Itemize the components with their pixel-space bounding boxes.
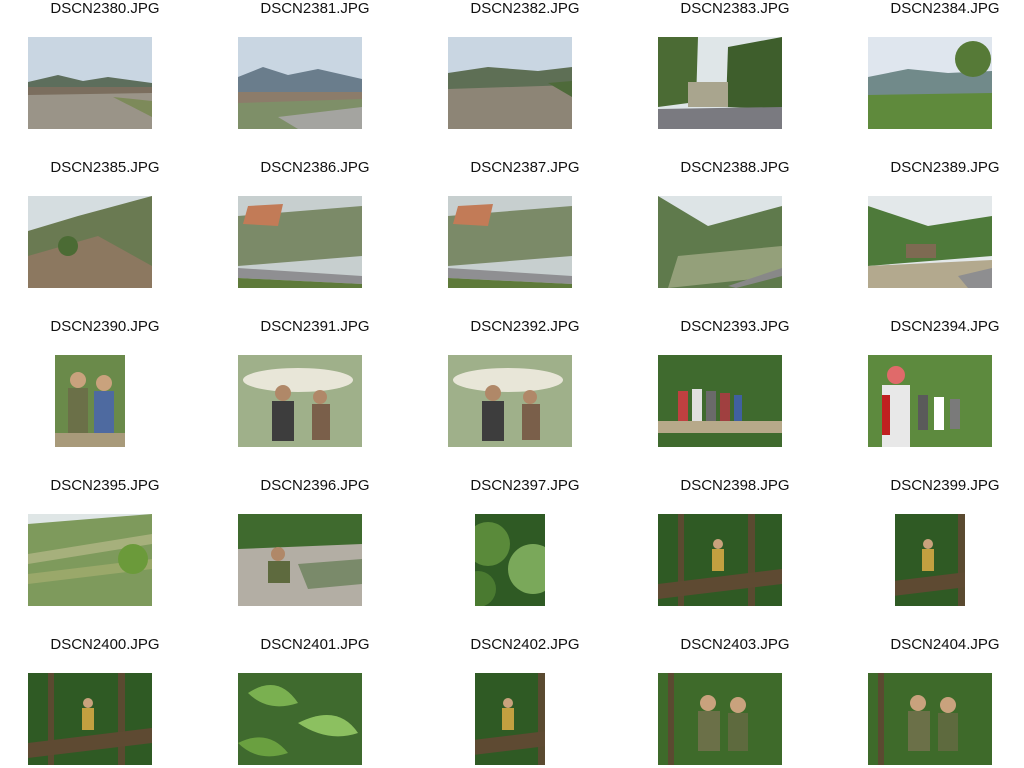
photo-filename: DSCN2398.JPG bbox=[680, 477, 790, 494]
photo-thumbnail-item[interactable]: DSCN2402.JPG bbox=[420, 636, 630, 768]
photo-thumbnail-image[interactable] bbox=[238, 196, 362, 288]
photo-filename: DSCN2385.JPG bbox=[50, 159, 160, 176]
photo-filename: DSCN2396.JPG bbox=[260, 477, 370, 494]
photo-thumbnail-item[interactable]: DSCN2390.JPG bbox=[0, 318, 210, 477]
photo-thumbnail-item[interactable]: DSCN2389.JPG bbox=[840, 159, 1024, 318]
photo-thumbnail-item[interactable]: DSCN2382.JPG bbox=[420, 0, 630, 159]
photo-thumbnail-item[interactable]: DSCN2396.JPG bbox=[210, 477, 420, 636]
photo-thumbnail-image[interactable] bbox=[868, 673, 992, 765]
photo-filename: DSCN2391.JPG bbox=[260, 318, 370, 335]
photo-filename: DSCN2389.JPG bbox=[890, 159, 1000, 176]
photo-thumbnail-image[interactable] bbox=[868, 355, 992, 447]
photo-thumbnail-image[interactable] bbox=[238, 355, 362, 447]
photo-filename: DSCN2401.JPG bbox=[260, 636, 370, 653]
photo-filename: DSCN2388.JPG bbox=[680, 159, 790, 176]
photo-thumbnail-image[interactable] bbox=[28, 37, 152, 129]
photo-thumbnail-image[interactable] bbox=[475, 514, 545, 606]
photo-thumbnail-image[interactable] bbox=[448, 355, 572, 447]
photo-thumbnail-image[interactable] bbox=[448, 37, 572, 129]
photo-thumbnail-image[interactable] bbox=[868, 37, 992, 129]
photo-thumbnail-image[interactable] bbox=[475, 673, 545, 765]
photo-filename: DSCN2403.JPG bbox=[680, 636, 790, 653]
photo-thumbnail-item[interactable]: DSCN2394.JPG bbox=[840, 318, 1024, 477]
photo-thumbnail-item[interactable]: DSCN2393.JPG bbox=[630, 318, 840, 477]
photo-filename: DSCN2397.JPG bbox=[470, 477, 580, 494]
photo-filename: DSCN2394.JPG bbox=[890, 318, 1000, 335]
photo-thumbnail-item[interactable]: DSCN2380.JPG bbox=[0, 0, 210, 159]
photo-thumbnail-image[interactable] bbox=[55, 355, 125, 447]
photo-thumbnail-image[interactable] bbox=[658, 355, 782, 447]
photo-thumbnail-image[interactable] bbox=[28, 673, 152, 765]
photo-filename: DSCN2404.JPG bbox=[890, 636, 1000, 653]
photo-thumbnail-image[interactable] bbox=[868, 196, 992, 288]
photo-thumbnail-item[interactable]: DSCN2397.JPG bbox=[420, 477, 630, 636]
photo-filename: DSCN2383.JPG bbox=[680, 0, 790, 17]
photo-thumbnail-item[interactable]: DSCN2384.JPG bbox=[840, 0, 1024, 159]
photo-filename: DSCN2381.JPG bbox=[260, 0, 370, 17]
contact-sheet: DSCN2380.JPG DSCN2381.JPG DSCN2382.JPG DSCN… bbox=[0, 0, 1024, 768]
photo-thumbnail-image[interactable] bbox=[238, 37, 362, 129]
photo-filename: DSCN2384.JPG bbox=[890, 0, 1000, 17]
photo-thumbnail-image[interactable] bbox=[448, 196, 572, 288]
photo-thumbnail-item[interactable]: DSCN2392.JPG bbox=[420, 318, 630, 477]
photo-thumbnail-image[interactable] bbox=[658, 37, 782, 129]
photo-filename: DSCN2393.JPG bbox=[680, 318, 790, 335]
photo-thumbnail-image[interactable] bbox=[238, 673, 362, 765]
photo-thumbnail-image[interactable] bbox=[28, 196, 152, 288]
photo-thumbnail-item[interactable]: DSCN2386.JPG bbox=[210, 159, 420, 318]
photo-thumbnail-item[interactable]: DSCN2400.JPG bbox=[0, 636, 210, 768]
photo-thumbnail-image[interactable] bbox=[28, 514, 152, 606]
photo-thumbnail-image[interactable] bbox=[895, 514, 965, 606]
photo-thumbnail-item[interactable]: DSCN2387.JPG bbox=[420, 159, 630, 318]
photo-filename: DSCN2395.JPG bbox=[50, 477, 160, 494]
photo-filename: DSCN2400.JPG bbox=[50, 636, 160, 653]
photo-thumbnail-item[interactable]: DSCN2401.JPG bbox=[210, 636, 420, 768]
photo-filename: DSCN2390.JPG bbox=[50, 318, 160, 335]
photo-thumbnail-item[interactable]: DSCN2404.JPG bbox=[840, 636, 1024, 768]
photo-filename: DSCN2387.JPG bbox=[470, 159, 580, 176]
photo-filename: DSCN2392.JPG bbox=[470, 318, 580, 335]
photo-filename: DSCN2399.JPG bbox=[890, 477, 1000, 494]
photo-thumbnail-image[interactable] bbox=[658, 196, 782, 288]
photo-thumbnail-image[interactable] bbox=[238, 514, 362, 606]
photo-thumbnail-item[interactable]: DSCN2388.JPG bbox=[630, 159, 840, 318]
photo-thumbnail-image[interactable] bbox=[658, 673, 782, 765]
photo-thumbnail-item[interactable]: DSCN2381.JPG bbox=[210, 0, 420, 159]
photo-filename: DSCN2386.JPG bbox=[260, 159, 370, 176]
photo-filename: DSCN2382.JPG bbox=[470, 0, 580, 17]
photo-thumbnail-item[interactable]: DSCN2398.JPG bbox=[630, 477, 840, 636]
photo-thumbnail-item[interactable]: DSCN2391.JPG bbox=[210, 318, 420, 477]
photo-thumbnail-image[interactable] bbox=[658, 514, 782, 606]
photo-thumbnail-item[interactable]: DSCN2383.JPG bbox=[630, 0, 840, 159]
photo-thumbnail-item[interactable]: DSCN2399.JPG bbox=[840, 477, 1024, 636]
photo-thumbnail-item[interactable]: DSCN2395.JPG bbox=[0, 477, 210, 636]
photo-thumbnail-item[interactable]: DSCN2385.JPG bbox=[0, 159, 210, 318]
photo-filename: DSCN2380.JPG bbox=[50, 0, 160, 17]
photo-thumbnail-item[interactable]: DSCN2403.JPG bbox=[630, 636, 840, 768]
photo-filename: DSCN2402.JPG bbox=[470, 636, 580, 653]
